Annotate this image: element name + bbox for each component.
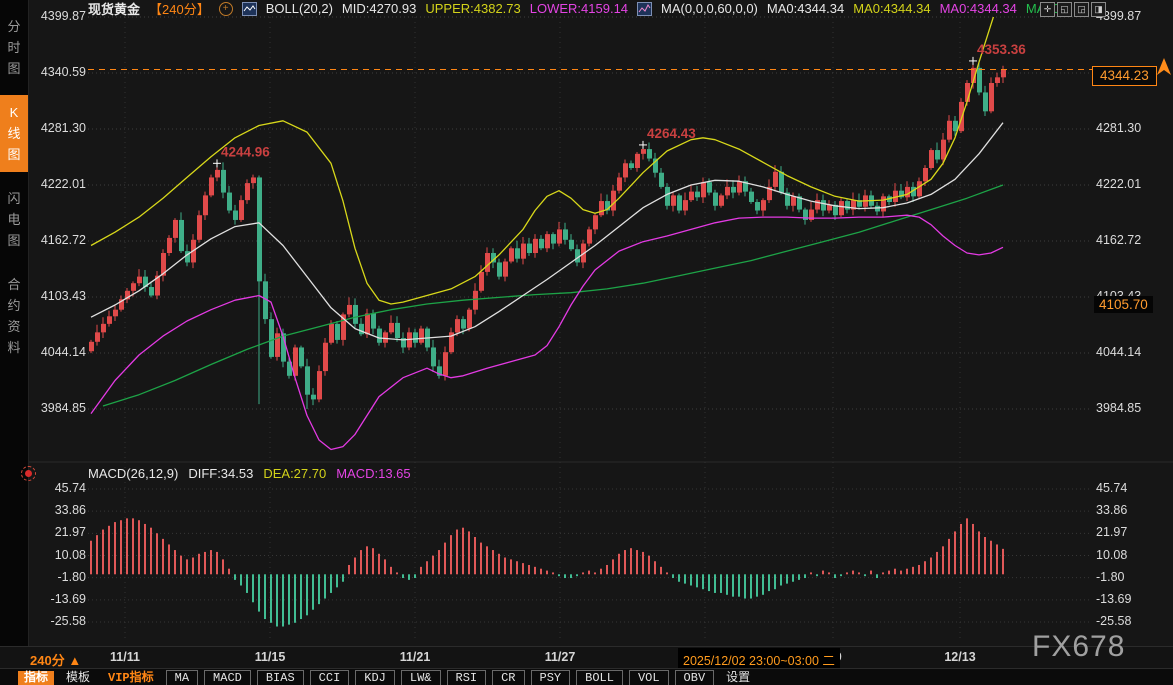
toolbar-item-OBV[interactable]: OBV [675, 670, 715, 685]
date-tick-label: 12/13 [944, 650, 975, 664]
fx678-watermark: FX678 [1032, 630, 1125, 664]
axis-tick-label: 4399.87 [1096, 9, 1166, 23]
toolbar-item-指标[interactable]: 指标 [18, 671, 54, 685]
macd-diff-value: DIFF:34.53 [188, 466, 253, 481]
axis-tick-label: 4044.14 [34, 345, 86, 359]
secondary-price-badge: 4105.70 [1094, 296, 1153, 313]
period-selector[interactable]: 240分 ▲ [30, 650, 81, 669]
toolbar-item-BIAS[interactable]: BIAS [257, 670, 304, 685]
axis-tick-label: -25.58 [34, 614, 86, 628]
period-triangle-up-icon: ▲ [68, 653, 81, 668]
axis-tick-label: 4281.30 [1096, 121, 1166, 135]
ma0-yellow-value: MA0:4344.34 [853, 1, 930, 16]
ma0-white-value: MA0:4344.34 [767, 1, 844, 16]
axis-tick-label: -13.69 [1096, 592, 1166, 606]
axis-tick-label: -1.80 [34, 570, 86, 584]
current-price-badge: 4344.23 [1092, 66, 1157, 86]
axis-tick-label: 3984.85 [1096, 401, 1166, 415]
panel-layout-bottom-icon[interactable]: ◲ [1074, 2, 1089, 17]
ma-indicator-icon[interactable] [637, 2, 652, 16]
axis-tick-label: 4103.43 [34, 289, 86, 303]
macd-header: MACD(26,12,9) DIFF:34.53 DEA:27.70 MACD:… [88, 466, 411, 481]
toolbar-item-CR[interactable]: CR [492, 670, 524, 685]
timeline-row: 240分 ▲ 2025/12/02 23:00~03:00 二 11/1111/… [0, 646, 1173, 669]
macd-macd-value: MACD:13.65 [336, 466, 410, 481]
price-alert-plane-icon[interactable] [1155, 57, 1173, 77]
toolbar-item-MA[interactable]: MA [166, 670, 198, 685]
axis-tick-label: 45.74 [1096, 481, 1166, 495]
toolbar-item-设置[interactable]: 设置 [720, 671, 756, 685]
toolbar-item-CCI[interactable]: CCI [310, 670, 350, 685]
ma0-magenta-value: MA0:4344.34 [940, 1, 1017, 16]
axis-tick-label: 4044.14 [1096, 345, 1166, 359]
chart-type-sidebar: 分时图 K线图闪电图合约资料 [0, 0, 29, 646]
toolbar-item-LW&[interactable]: LW& [401, 670, 441, 685]
date-tick-label: 11/21 [400, 650, 431, 664]
axis-tick-label: 4281.30 [34, 121, 86, 135]
axis-tick-label: 4222.01 [34, 177, 86, 191]
svg-text:4244.96: 4244.96 [221, 144, 270, 159]
period-text: 240分 [30, 653, 65, 668]
axis-tick-label: 4340.59 [34, 65, 86, 79]
axis-tick-label: 33.86 [1096, 503, 1166, 517]
indicator-header: 现货黄金 【240分】 + BOLL(20,2) MID:4270.93 UPP… [88, 0, 1071, 17]
axis-tick-label: 10.08 [34, 548, 86, 562]
svg-text:4353.36: 4353.36 [977, 42, 1026, 57]
ma-label: MA(0,0,0,60,0,0) [661, 1, 758, 16]
indicator-toolbar: 指标模板 VIP指标 MA MACD BIAS CCI KDJ LW&RSI CR PSY BOLL… [0, 668, 1173, 685]
sidebar-tab-分时图[interactable]: 分时图 [0, 9, 28, 86]
axis-tick-label: 21.97 [1096, 525, 1166, 539]
expand-plus-icon[interactable]: + [219, 2, 233, 16]
date-tick-label: 11/27 [545, 650, 576, 664]
boll-indicator-icon[interactable] [242, 2, 257, 16]
toolbar-item-BOLL[interactable]: BOLL [576, 670, 623, 685]
axis-tick-label: 10.08 [1096, 548, 1166, 562]
boll-label: BOLL(20,2) [266, 1, 333, 16]
macd-params-label: MACD(26,12,9) [88, 466, 178, 481]
symbol-name: 现货黄金 [88, 0, 140, 18]
boll-lower-value: LOWER:4159.14 [530, 1, 628, 16]
sidebar-tab-闪电图[interactable]: 闪电图 [0, 181, 28, 258]
sidebar-tab-合约资料[interactable]: 合约资料 [0, 267, 28, 365]
panel-layout-right-icon[interactable]: ◨ [1091, 2, 1106, 17]
axis-tick-label: 3984.85 [34, 401, 86, 415]
panel-layout-top-icon[interactable]: ◱ [1057, 2, 1072, 17]
axis-tick-label: 4399.87 [34, 9, 86, 23]
date-tick-label: 11/11 [110, 650, 140, 664]
sidebar-tab-K线图[interactable]: K线图 [0, 95, 28, 172]
toolbar-item-RSI[interactable]: RSI [447, 670, 487, 685]
date-tick-label: 11/15 [255, 650, 286, 664]
boll-upper-value: UPPER:4382.73 [425, 1, 520, 16]
toolbar-item-MACD[interactable]: MACD [204, 670, 251, 685]
indicator-target-icon[interactable] [21, 466, 36, 481]
boll-mid-value: MID:4270.93 [342, 1, 416, 16]
axis-tick-label: 21.97 [34, 525, 86, 539]
axis-tick-label: -13.69 [34, 592, 86, 606]
toolbar-item-VIP指标[interactable]: VIP指标 [102, 671, 160, 685]
axis-tick-label: 4162.72 [34, 233, 86, 247]
toolbar-item-模板[interactable]: 模板 [60, 671, 96, 685]
axis-tick-label: -1.80 [1096, 570, 1166, 584]
axis-tick-label: 4162.72 [1096, 233, 1166, 247]
axis-tick-label: -25.58 [1096, 614, 1166, 628]
axis-tick-label: 33.86 [34, 503, 86, 517]
axis-tick-label: 4222.01 [1096, 177, 1166, 191]
chart-canvas[interactable]: 4244.96 4264.43 4353.36 [0, 0, 1173, 685]
toolbar-item-KDJ[interactable]: KDJ [355, 670, 395, 685]
period-badge[interactable]: 【240分】 [149, 0, 210, 18]
chart-window-controls: ✛ ◱ ◲ ◨ [1040, 2, 1106, 17]
axis-tick-label: 45.74 [34, 481, 86, 495]
svg-text:4264.43: 4264.43 [647, 126, 696, 141]
toolbar-item-PSY[interactable]: PSY [531, 670, 571, 685]
move-icon[interactable]: ✛ [1040, 2, 1055, 17]
toolbar-item-VOL[interactable]: VOL [629, 670, 669, 685]
macd-dea-value: DEA:27.70 [263, 466, 326, 481]
trading-app-window: 4244.96 4264.43 4353.36 分时图 K线图闪电图合约资料 现货黄金… [0, 0, 1173, 685]
